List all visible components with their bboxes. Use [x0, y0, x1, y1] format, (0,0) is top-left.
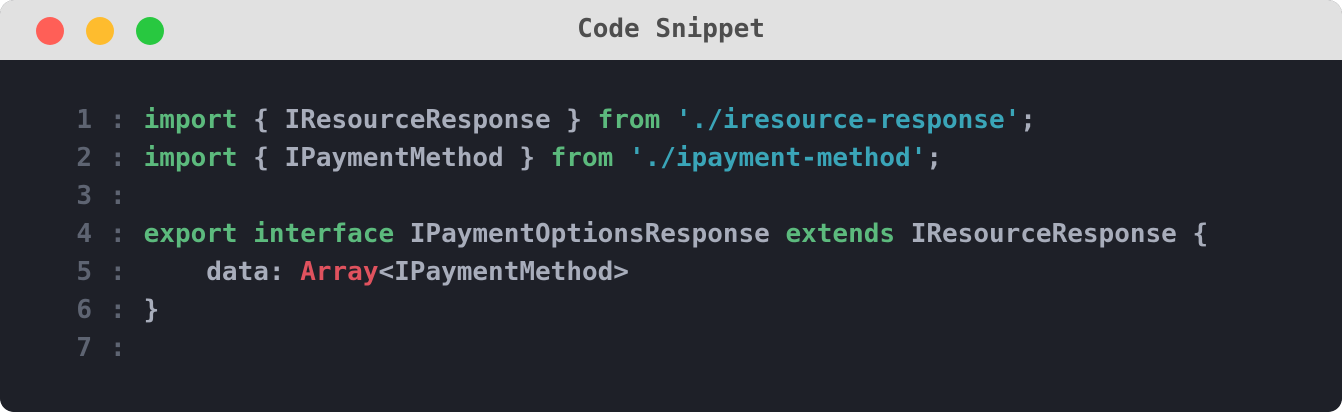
- code-token-plain: IPaymentOptionsResponse: [394, 219, 786, 249]
- code-line: 2: import { IPaymentMethod } from './ipay…: [0, 139, 1208, 177]
- line-number: 2: [76, 143, 92, 173]
- code-token-plain: { IResourceResponse }: [237, 105, 598, 135]
- line-separator: :: [110, 143, 126, 173]
- line-number: 6: [76, 295, 92, 325]
- code-token-string: './ipayment-method': [628, 143, 927, 173]
- code-token-plain: <IPaymentMethod>: [378, 257, 629, 287]
- code-token-plain: }: [143, 295, 160, 325]
- code-token-plain: { IPaymentMethod }: [237, 143, 551, 173]
- code-token-plain: IResourceResponse {: [895, 219, 1209, 249]
- code-token-keyword: from: [597, 105, 661, 135]
- code-line: 4: export interface IPaymentOptionsRespon…: [0, 215, 1208, 253]
- code-line: 7:: [0, 329, 1208, 367]
- line-separator: :: [110, 295, 126, 325]
- code-editor: 1: import { IResourceResponse } from './i…: [0, 60, 1342, 412]
- line-number: 4: [76, 219, 92, 249]
- line-separator: :: [110, 333, 126, 363]
- code-token-type-builtin: Array: [300, 257, 379, 287]
- code-line: 3:: [0, 177, 1208, 215]
- window-title: Code Snippet: [577, 14, 765, 44]
- code-token-plain: ;: [926, 143, 943, 173]
- code-token-keyword: extends: [785, 219, 896, 249]
- code-line: 6:}: [0, 291, 1208, 329]
- code-token-keyword: import: [143, 143, 238, 173]
- code-token-plain: ;: [1020, 105, 1036, 135]
- title-bar: Code Snippet: [0, 0, 1342, 60]
- line-separator: :: [110, 257, 126, 287]
- code-token-keyword: export: [143, 219, 238, 249]
- code-snippet-window: Code Snippet 1: import { IResourceRespons…: [0, 0, 1342, 412]
- line-number: 3: [76, 181, 92, 211]
- code-line: 1: import { IResourceResponse } from './i…: [0, 101, 1208, 139]
- code-line: 5: data: Array<IPaymentMethod>: [0, 253, 1208, 291]
- line-separator: :: [110, 181, 126, 211]
- line-number: 7: [76, 333, 92, 363]
- code-block: 1: import { IResourceResponse } from './i…: [0, 101, 1208, 367]
- code-token-keyword: interface: [253, 219, 395, 249]
- line-number: 1: [76, 105, 92, 135]
- code-token-keyword: import: [143, 105, 238, 135]
- line-separator: :: [110, 105, 126, 135]
- code-token-keyword: from: [550, 143, 614, 173]
- line-number: 5: [76, 257, 92, 287]
- code-token-string: './iresource-response': [675, 105, 1021, 135]
- code-token-plain: data:: [143, 257, 301, 287]
- line-separator: :: [110, 219, 126, 249]
